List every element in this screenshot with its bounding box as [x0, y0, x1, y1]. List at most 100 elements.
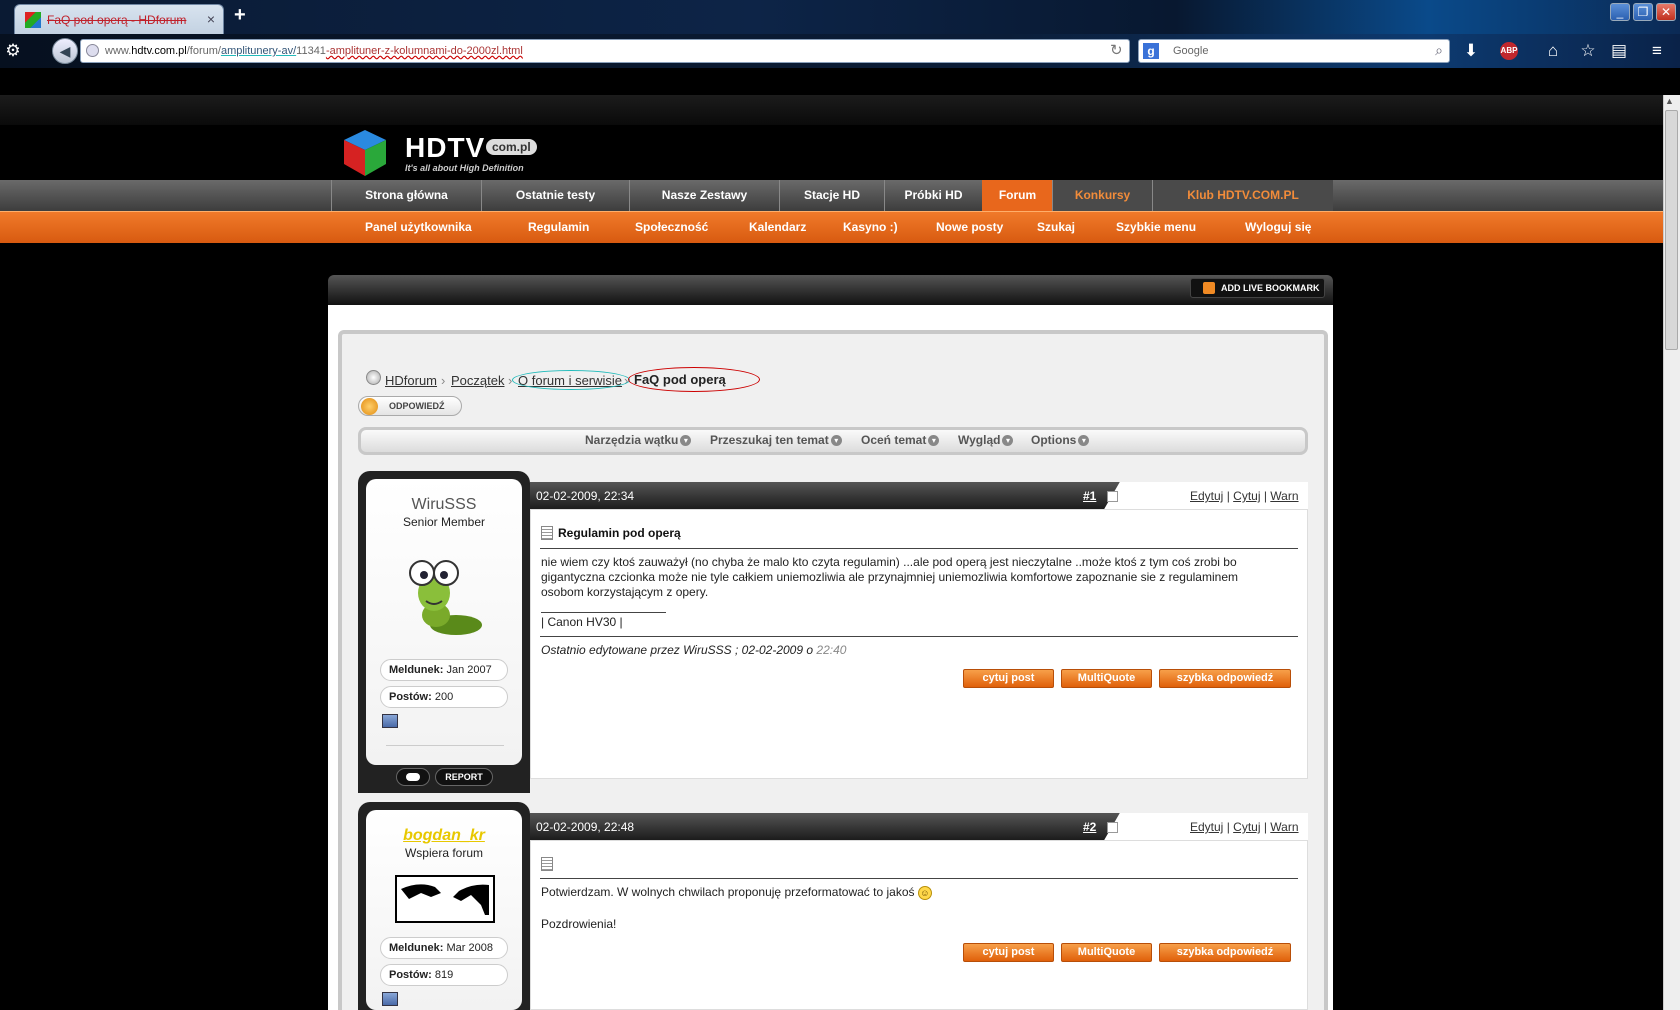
- nav-klub[interactable]: Klub HDTV.COM.PL: [1152, 180, 1333, 211]
- reply-icon: [361, 398, 378, 415]
- scroll-up-icon[interactable]: ▲: [1665, 96, 1674, 106]
- hdtv-logo-icon[interactable]: [340, 128, 390, 178]
- live-bookmark-label: ADD LIVE BOOKMARK: [1221, 283, 1320, 293]
- post1-pm-button[interactable]: [396, 768, 430, 786]
- subnav-szybkie-menu[interactable]: Szybkie menu: [1116, 211, 1196, 243]
- download-icon[interactable]: ⬇: [1460, 40, 1482, 62]
- subnav-kasyno[interactable]: Kasyno :): [843, 211, 898, 243]
- subnav-regulamin[interactable]: Regulamin: [528, 211, 589, 243]
- edit-link[interactable]: Edytuj: [1190, 489, 1223, 503]
- post1-postcount: Postów: 200: [380, 686, 508, 708]
- reply-label: ODPOWIEDŹ: [389, 401, 445, 411]
- post-icon: [541, 857, 553, 871]
- post1-text: nie wiem czy ktoś zauważył (no chyba że …: [541, 555, 1238, 599]
- bookmark-star-icon[interactable]: ☆: [1577, 40, 1599, 62]
- warn-link[interactable]: Warn: [1270, 489, 1298, 503]
- post1-quote-button[interactable]: cytuj post: [963, 669, 1054, 688]
- subnav-kalendarz[interactable]: Kalendarz: [749, 211, 806, 243]
- tool-narzedzia[interactable]: Narzędzia wątku ▾: [585, 433, 692, 447]
- computer-icon[interactable]: [382, 714, 398, 728]
- edit-link[interactable]: Edytuj: [1190, 820, 1223, 834]
- breadcrumb-separator: ›: [441, 373, 446, 388]
- url-domain: hdtv.com.pl: [131, 45, 187, 57]
- post1-avatar[interactable]: [396, 545, 492, 641]
- bookmarks-list-icon[interactable]: ▤: [1608, 40, 1630, 62]
- post2-joined: Meldunek: Mar 2008: [380, 937, 508, 959]
- url-prefix: www.: [105, 45, 132, 57]
- post2-quote-button[interactable]: cytuj post: [963, 943, 1054, 962]
- subnav-spolecznosc[interactable]: Społeczność: [635, 211, 708, 243]
- rss-icon: [1203, 282, 1215, 294]
- subnav-szukaj[interactable]: Szukaj: [1037, 211, 1075, 243]
- tab-close-icon[interactable]: ×: [207, 11, 215, 27]
- post1-quick-reply-button[interactable]: szybka odpowiedź: [1159, 669, 1291, 688]
- post2-quick-reply-button[interactable]: szybka odpowiedź: [1159, 943, 1291, 962]
- google-icon[interactable]: g: [1143, 43, 1159, 59]
- quote-link[interactable]: Cytuj: [1233, 820, 1260, 834]
- post2-username[interactable]: bogdan_kr: [366, 827, 522, 845]
- nav-ostatnie-testy[interactable]: Ostatnie testy: [481, 180, 629, 211]
- tool-options[interactable]: Options ▾: [1031, 433, 1090, 447]
- quote-link[interactable]: Cytuj: [1233, 489, 1260, 503]
- nav-konkursy[interactable]: Konkursy: [1052, 180, 1152, 211]
- smiley-icon: ☺: [917, 885, 932, 900]
- site-identity-icon[interactable]: [86, 44, 99, 57]
- app-menu-icon[interactable]: ⚙: [2, 40, 24, 62]
- post1-report-button[interactable]: REPORT: [435, 768, 493, 786]
- subnav-panel[interactable]: Panel użytkownika: [365, 211, 472, 243]
- chevron-down-icon: ▾: [928, 435, 940, 447]
- post2-select-checkbox[interactable]: [1107, 822, 1118, 833]
- url-path-b: amplitunery-av/: [220, 45, 297, 57]
- post1-select-checkbox[interactable]: [1107, 491, 1118, 502]
- reload-icon[interactable]: ↻: [1110, 41, 1123, 59]
- url-path-c: 11341: [296, 45, 326, 57]
- live-bookmark-button[interactable]: ADD LIVE BOOKMARK: [1190, 278, 1325, 298]
- post1-edited: Ostatnio edytowane przez WiruSSS ; 02-02…: [541, 643, 847, 657]
- post2-number[interactable]: #2: [1083, 820, 1096, 834]
- nav-strona-glowna[interactable]: Strona główna: [331, 180, 481, 211]
- divider: [540, 878, 1298, 879]
- address-bar[interactable]: www.hdtv.com.pl/forum/amplitunery-av/113…: [80, 39, 1130, 63]
- home-icon[interactable]: ⌂: [1542, 40, 1564, 62]
- tool-wyglad[interactable]: Wygląd ▾: [958, 433, 1014, 447]
- post1-number[interactable]: #1: [1083, 489, 1096, 503]
- nav-nasze-zestawy[interactable]: Nasze Zestawy: [629, 180, 779, 211]
- post2-postcount: Postów: 819: [380, 964, 508, 986]
- warn-link[interactable]: Warn: [1270, 820, 1298, 834]
- subnav-nowe-posty[interactable]: Nowe posty: [936, 211, 1003, 243]
- breadcrumb-home-icon[interactable]: [366, 370, 381, 385]
- logo-badge: com.pl: [486, 139, 537, 155]
- logo-text[interactable]: HDTV: [405, 132, 485, 164]
- search-bar[interactable]: g Google ⌕: [1138, 39, 1450, 63]
- back-button[interactable]: ◀: [52, 38, 78, 64]
- tool-przeszukaj[interactable]: Przeszukaj ten temat ▾: [710, 433, 842, 447]
- search-placeholder: Google: [1173, 45, 1209, 57]
- post1-signature: | Canon HV30 |: [541, 615, 623, 629]
- subnav-wyloguj[interactable]: Wyloguj się: [1245, 211, 1311, 243]
- post2-multiquote-button[interactable]: MultiQuote: [1061, 943, 1152, 962]
- search-magnifier-icon[interactable]: ⌕: [1435, 42, 1443, 59]
- computer-icon[interactable]: [382, 992, 398, 1006]
- menu-icon[interactable]: ≡: [1646, 40, 1668, 62]
- breadcrumb-poczatek[interactable]: Początek: [451, 373, 504, 388]
- browser-tab[interactable]: FaQ pod operą - HDforum ×: [14, 4, 224, 34]
- nav-forum[interactable]: Forum: [982, 180, 1052, 211]
- maximize-button[interactable]: ❐: [1633, 3, 1653, 21]
- sub-nav: [0, 211, 1663, 243]
- post1-username[interactable]: WiruSSS: [366, 496, 522, 514]
- reply-button[interactable]: ODPOWIEDŹ: [358, 396, 462, 416]
- window-close-button[interactable]: ✕: [1656, 3, 1676, 21]
- browser-titlebar: [0, 0, 1680, 34]
- tool-ocen[interactable]: Oceń temat ▾: [861, 433, 940, 447]
- post1-multiquote-button[interactable]: MultiQuote: [1061, 669, 1152, 688]
- signature-divider: [541, 612, 666, 613]
- new-tab-button[interactable]: +: [234, 4, 246, 27]
- nav-probki-hd[interactable]: Próbki HD: [884, 180, 982, 211]
- scrollbar-thumb[interactable]: [1665, 110, 1678, 350]
- minimize-button[interactable]: _: [1610, 3, 1630, 21]
- nav-stacje-hd[interactable]: Stacje HD: [779, 180, 884, 211]
- post2-avatar[interactable]: [395, 875, 495, 923]
- breadcrumb-hdforum[interactable]: HDforum: [385, 373, 437, 388]
- adblock-icon[interactable]: ABP: [1500, 42, 1518, 60]
- url-path-d: -amplituner-z-kolumnami-do-2000zl.html: [325, 45, 523, 57]
